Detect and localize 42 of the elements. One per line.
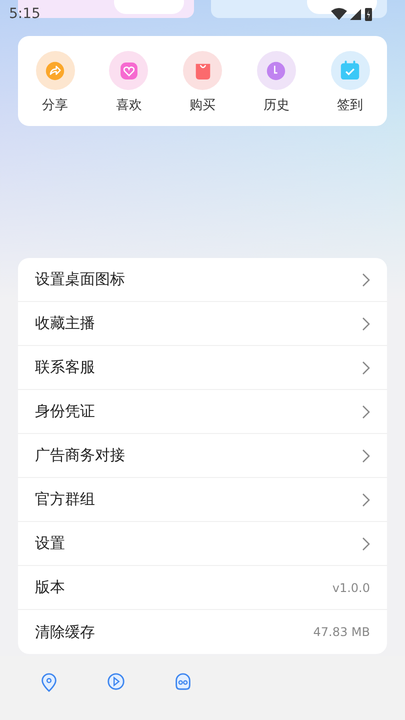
menu-item[interactable]: 身份凭证 — [18, 390, 387, 434]
chevron-right-icon — [362, 536, 370, 550]
shortcut-label: 分享 — [42, 97, 68, 114]
chevron-right-icon — [362, 492, 370, 506]
menu-label: 官方群组 — [35, 490, 95, 509]
menu-item[interactable]: 清除缓存 47.83 MB — [18, 610, 387, 654]
shortcut-label: 购买 — [190, 97, 216, 114]
chevron-right-icon — [362, 272, 370, 286]
menu-label: 收藏主播 — [35, 314, 95, 333]
menu-item[interactable]: 收藏主播 — [18, 302, 387, 346]
menu-item[interactable]: 广告商务对接 — [18, 434, 387, 478]
chevron-right-icon — [362, 404, 370, 418]
shortcut-button[interactable] — [256, 51, 296, 90]
menu-item[interactable]: 设置 — [18, 522, 387, 566]
shortcut-button[interactable] — [36, 51, 74, 90]
menu-value: 47.83 MB — [313, 625, 370, 639]
menu-item[interactable]: 设置桌面图标 — [18, 258, 387, 302]
chevron-right-icon — [362, 360, 370, 374]
shortcut-label: 签到 — [337, 97, 363, 114]
chevron-right-icon — [362, 316, 370, 330]
shortcut-button[interactable] — [330, 51, 370, 90]
status-icons — [331, 6, 373, 22]
menu-item[interactable]: 版本 v1.0.0 — [18, 566, 387, 610]
pin-icon[interactable] — [38, 672, 58, 692]
menu-label: 版本 — [35, 578, 65, 597]
menu-item[interactable]: 官方群组 — [18, 478, 387, 522]
menu-label: 联系客服 — [35, 358, 95, 377]
menu-item[interactable]: 联系客服 — [18, 346, 387, 390]
menu-value: v1.0.0 — [332, 580, 370, 594]
play-icon[interactable] — [106, 672, 126, 692]
menu-label: 清除缓存 — [35, 622, 95, 642]
shortcut-label: 喜欢 — [116, 97, 142, 114]
menu-label: 设置 — [35, 534, 65, 553]
face-icon[interactable] — [172, 672, 192, 692]
shortcut-button[interactable] — [183, 51, 222, 90]
chevron-right-icon — [362, 448, 370, 462]
menu-label: 广告商务对接 — [35, 446, 125, 465]
shortcut-button[interactable] — [109, 51, 148, 90]
status-time: 5:15 — [9, 6, 40, 22]
menu-label: 设置桌面图标 — [35, 270, 125, 289]
menu-label: 身份凭证 — [35, 402, 95, 421]
shortcut-label: 历史 — [263, 97, 290, 114]
